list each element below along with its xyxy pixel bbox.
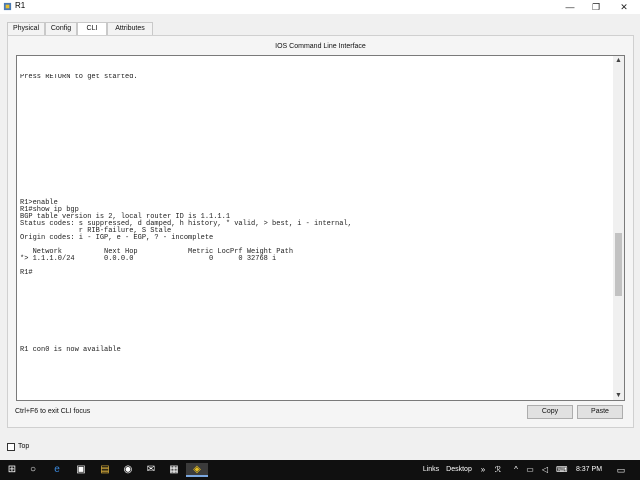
scroll-down-icon[interactable]: ▼ [615, 392, 622, 399]
taskbar: ⊞ ○ e ▣ ▤ ◉ ✉ ▦ ◈ Links Desktop » ℛ ^ ▭ … [0, 460, 640, 480]
mail-icon[interactable]: ✉ [144, 463, 158, 477]
tab-cli[interactable]: CLI [77, 22, 107, 36]
network-icon[interactable]: ▭ [525, 463, 535, 477]
file-explorer-icon[interactable]: ▤ [98, 463, 112, 477]
scroll-thumb[interactable] [615, 233, 622, 296]
tab-config[interactable]: Config [45, 22, 77, 35]
minimize-icon[interactable]: — [556, 0, 584, 14]
chrome-icon[interactable]: ◉ [121, 463, 135, 477]
chevron-up-icon[interactable]: ^ [511, 463, 521, 477]
cli-terminal[interactable]: Press RETURN to get started. R1>enable R… [16, 55, 625, 401]
keyboard-icon[interactable]: ⌨ [556, 463, 568, 477]
paste-button[interactable]: Paste [577, 405, 623, 419]
window-title: R1 [15, 1, 26, 10]
store-icon[interactable]: ▣ [74, 463, 88, 477]
volume-icon[interactable]: ◁ [540, 463, 550, 477]
cortana-icon[interactable]: ○ [26, 463, 40, 477]
taskbar-app-icon[interactable]: ▦ [167, 463, 181, 477]
terminal-scrollbar[interactable]: ▲ ▼ [613, 56, 624, 400]
terminal-output[interactable]: Press RETURN to get started. R1>enable R… [20, 74, 610, 394]
panel-title: IOS Command Line Interface [275, 43, 366, 50]
scroll-up-icon[interactable]: ▲ [615, 57, 622, 64]
links-toolbar[interactable]: Links [421, 463, 441, 477]
tab-attributes[interactable]: Attributes [107, 22, 153, 35]
packet-tracer-icon[interactable]: ◈ [186, 463, 208, 477]
toolbar-chevron-icon[interactable]: » [477, 463, 489, 477]
app-icon [3, 2, 12, 11]
top-checkbox[interactable] [7, 443, 15, 451]
notification-icon[interactable]: ▭ [614, 463, 628, 477]
maximize-icon[interactable]: ❐ [582, 0, 610, 14]
title-bar: R1 — ❐ ✕ [0, 0, 640, 14]
edge-icon[interactable]: e [50, 463, 64, 477]
people-icon[interactable]: ℛ [492, 463, 504, 477]
clock[interactable]: 8:37 PM [574, 463, 604, 477]
tab-physical[interactable]: Physical [7, 22, 45, 35]
copy-button[interactable]: Copy [527, 405, 573, 419]
cli-panel: IOS Command Line Interface Press RETURN … [7, 35, 634, 428]
close-icon[interactable]: ✕ [610, 0, 638, 14]
exit-focus-hint: Ctrl+F6 to exit CLI focus [15, 408, 91, 415]
windows-start-icon[interactable]: ⊞ [4, 463, 20, 477]
desktop-toolbar[interactable]: Desktop [445, 463, 473, 477]
top-label: Top [18, 443, 30, 450]
